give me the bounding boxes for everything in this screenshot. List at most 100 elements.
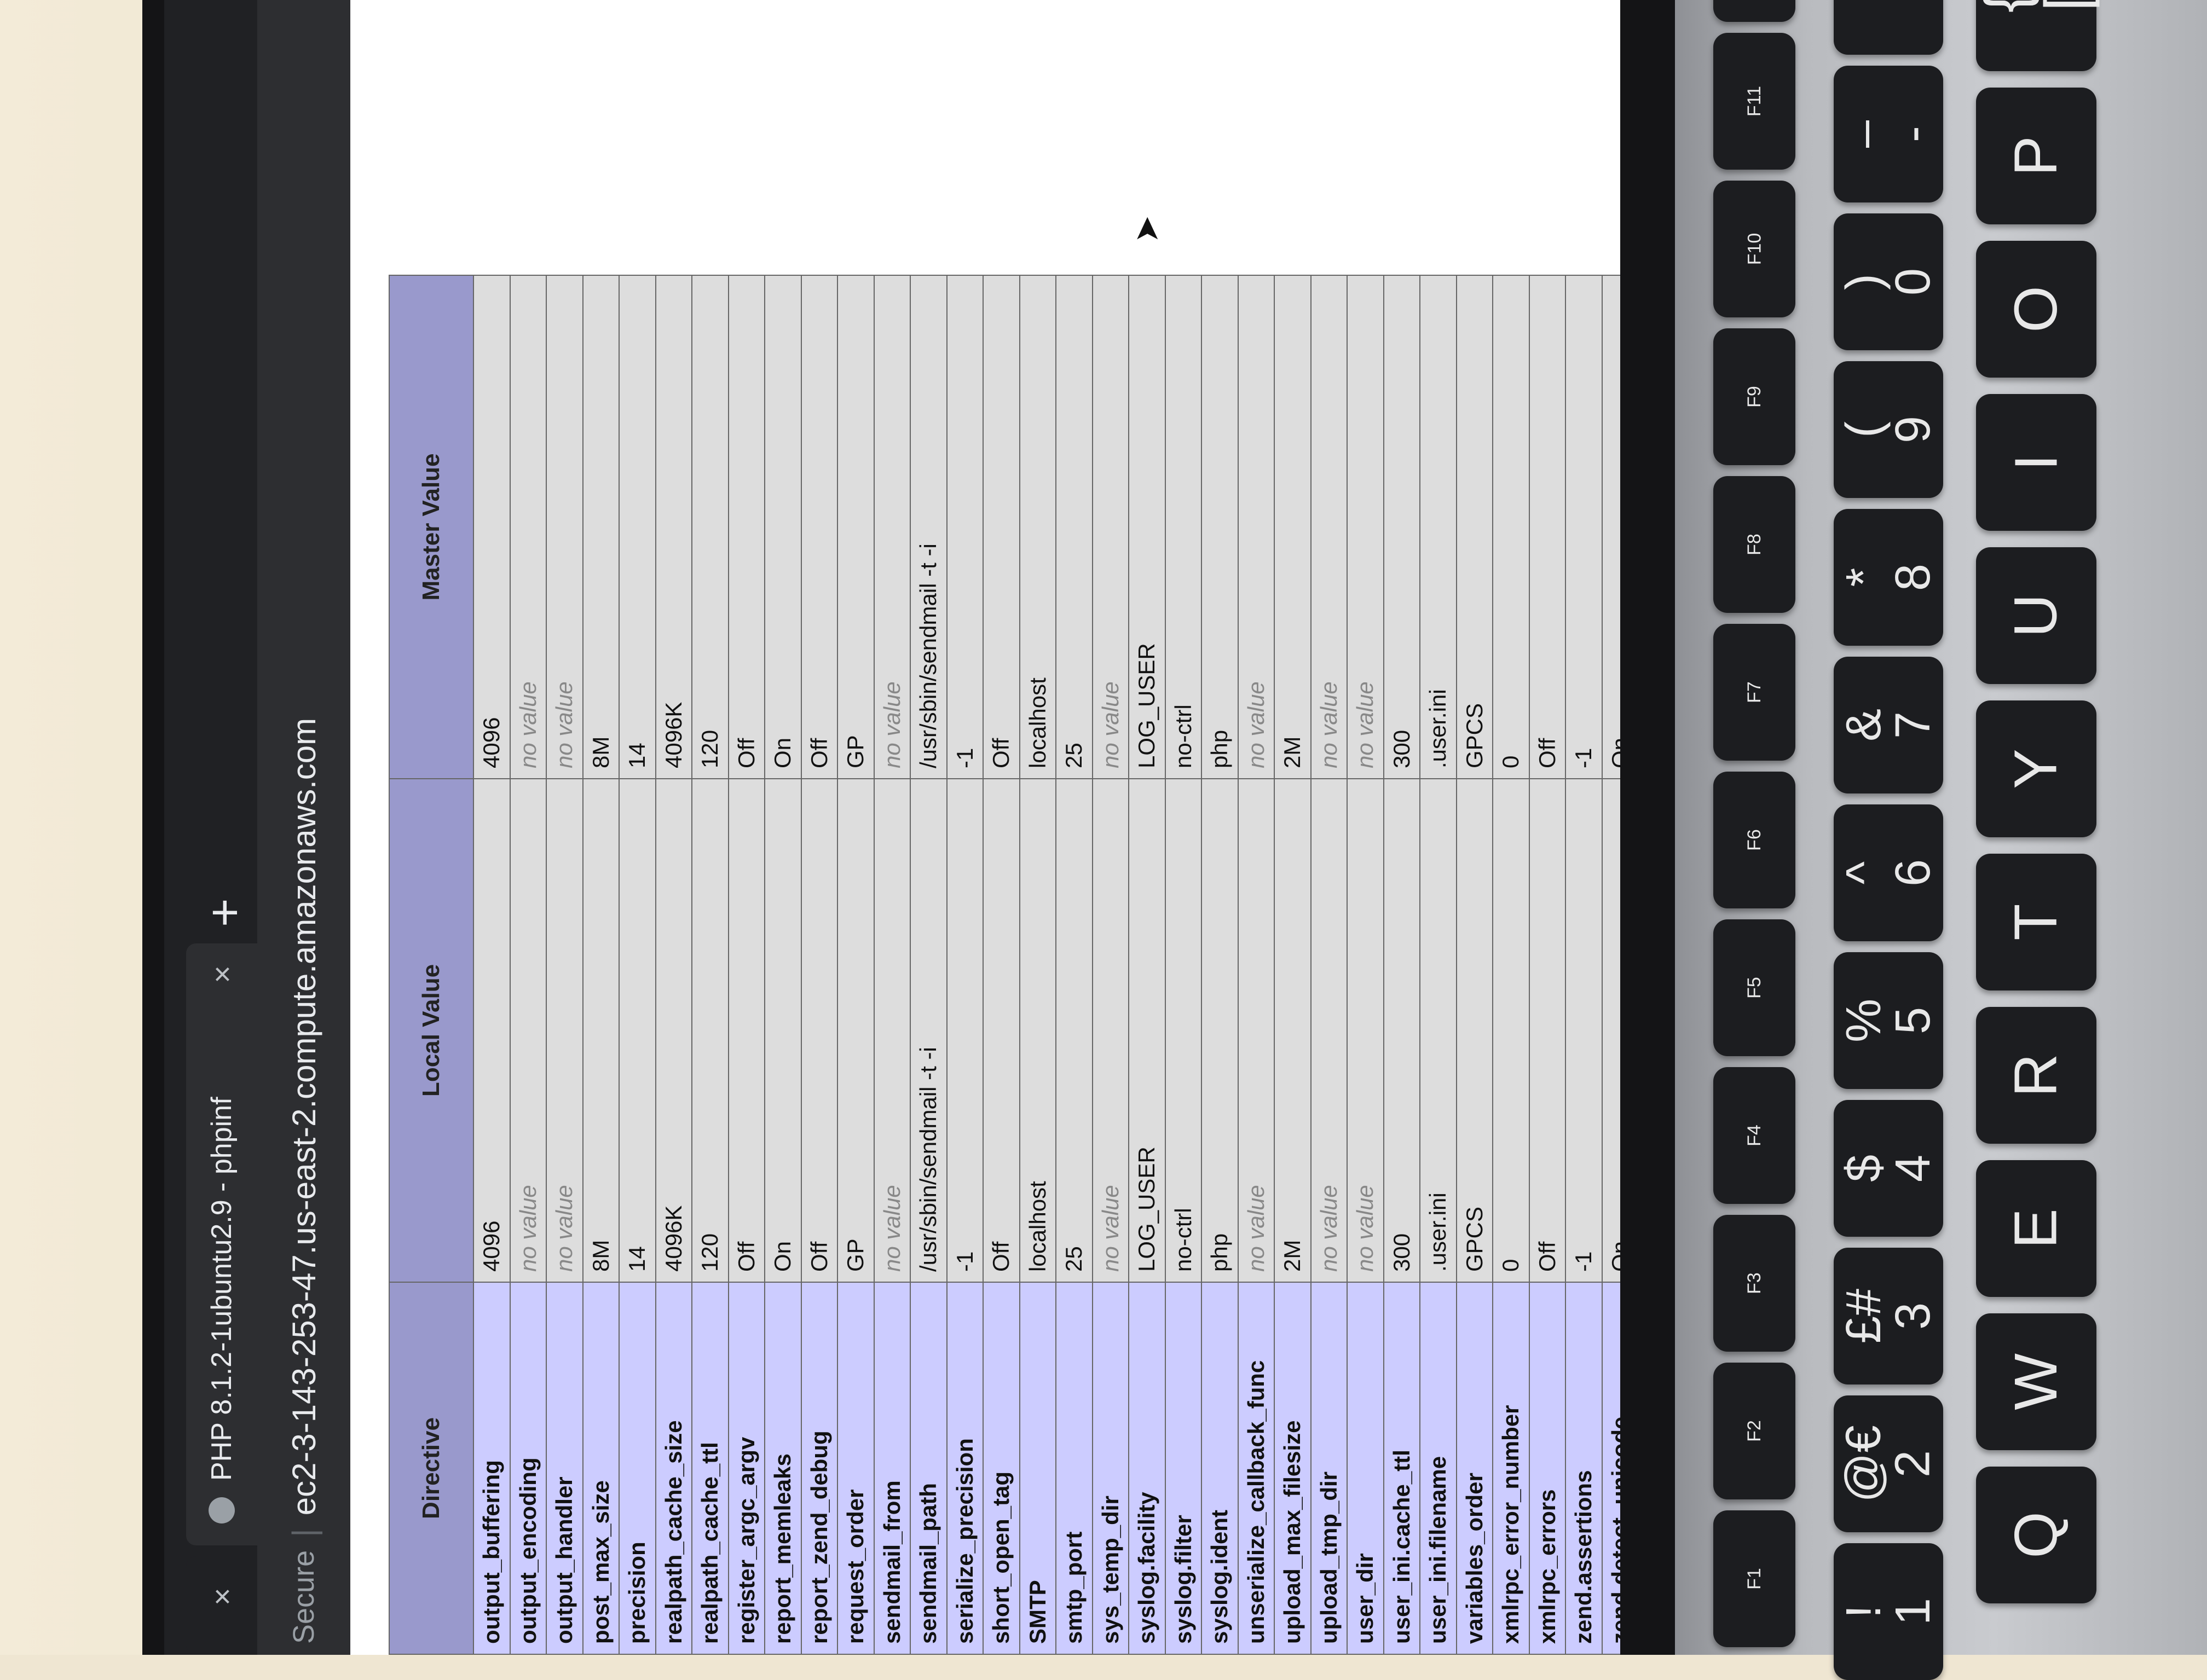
key-num-1[interactable]: @€ 2	[1834, 1395, 1943, 1532]
key-letter-5[interactable]: Y	[1976, 700, 2096, 837]
key-letter-1[interactable]: W	[1976, 1313, 2096, 1450]
key-num-7[interactable]: * 8	[1834, 509, 1943, 646]
table-row: xmlrpc_errors Off Off	[1529, 0, 1565, 1654]
empty-cell	[1238, 0, 1274, 275]
local-value-cell: no value	[1238, 779, 1274, 1282]
key-letter-9[interactable]: P	[1976, 88, 2096, 224]
close-icon[interactable]: ×	[204, 965, 240, 983]
key-letter-6[interactable]: U	[1976, 547, 2096, 684]
key-letter-10-label: { [	[1972, 0, 2100, 13]
close-icon[interactable]: ×	[204, 1588, 240, 1606]
master-value-cell: -1	[1565, 275, 1602, 779]
key-f4[interactable]: F4	[1713, 1067, 1795, 1204]
local-value-cell: -1	[1565, 779, 1602, 1282]
url-text[interactable]: ec2-3-143-253-47.us-east-2.compute.amazo…	[285, 718, 323, 1515]
key-num-7-label: * 8	[1836, 563, 1940, 592]
key-letter-4[interactable]: T	[1976, 854, 2096, 990]
local-value-cell: 4096	[473, 779, 510, 1282]
key-num-9-label: ) 0	[1836, 268, 1940, 296]
key-num-10-label: – -	[1836, 120, 1940, 148]
directive-cell: short_open_tag	[983, 1282, 1020, 1654]
key-letter-7-label: I	[2002, 454, 2070, 471]
master-value-cell: no value	[1238, 275, 1274, 779]
key-f10[interactable]: F10	[1713, 181, 1795, 317]
empty-cell	[1529, 0, 1565, 275]
key-f5[interactable]: F5	[1713, 919, 1795, 1056]
key-letter-0[interactable]: Q	[1976, 1467, 2096, 1603]
empty-cell	[1456, 0, 1493, 275]
empty-cell	[874, 0, 910, 275]
empty-cell	[946, 0, 983, 275]
key-num-0-label: ! 1	[1836, 1597, 1940, 1626]
key-f11[interactable]: F11	[1713, 33, 1795, 170]
table-row: sys_temp_dir no value no value	[1092, 0, 1129, 1654]
local-value-cell: no value	[1310, 779, 1347, 1282]
tab-phpinfo[interactable]: PHP 8.1.2-1ubuntu2.9 - phpinf ×	[186, 943, 257, 1545]
key-num-8[interactable]: ( 9	[1834, 361, 1943, 498]
new-tab-button[interactable]: +	[197, 898, 253, 927]
key-letter-8[interactable]: O	[1976, 241, 2096, 378]
key-f9[interactable]: F9	[1713, 328, 1795, 465]
header-directive: Directive	[389, 1282, 473, 1654]
key-f6[interactable]: F6	[1713, 772, 1795, 908]
keyboard: F1 F2 F3 F4 F5 F6 F7 F8 F9 F10 F11 F12 ! 1 @€ 2 £# 3 $ …	[1713, 0, 2206, 1680]
key-num-8-label: ( 9	[1836, 415, 1940, 444]
key-f7[interactable]: F7	[1713, 624, 1795, 761]
key-f8[interactable]: F8	[1713, 476, 1795, 613]
directive-cell: xmlrpc_errors	[1529, 1282, 1565, 1654]
key-num-10[interactable]: – -	[1834, 66, 1943, 202]
tab-inactive[interactable]: ×	[186, 1556, 257, 1655]
key-letter-2-label: E	[2002, 1208, 2070, 1249]
local-value-cell: GPCS	[1456, 779, 1493, 1282]
local-value-cell: On	[1602, 779, 1620, 1282]
master-value-cell: 8M	[582, 275, 619, 779]
key-num-2[interactable]: £# 3	[1834, 1248, 1943, 1384]
key-num-0[interactable]: ! 1	[1834, 1543, 1943, 1680]
key-num-1-label: @€ 2	[1836, 1425, 1940, 1503]
table-row: sendmail_path/usr/sbin/sendmail -t -i/us…	[910, 0, 947, 1654]
local-value-cell: php	[1201, 779, 1238, 1282]
table-row: report_zend_debug Off Off	[801, 0, 837, 1654]
key-f4-label: F4	[1744, 1125, 1765, 1146]
key-f9-label: F9	[1744, 386, 1765, 408]
ini-directives-table: Directive Local Value Master Value outpu…	[389, 0, 1620, 1655]
key-letter-2[interactable]: E	[1976, 1160, 2096, 1297]
address-bar[interactable]: Secure | ec2-3-143-253-47.us-east-2.comp…	[257, 0, 350, 1655]
local-value-cell: 2M	[1274, 779, 1311, 1282]
key-f12[interactable]: F12	[1713, 0, 1795, 22]
key-f2[interactable]: F2	[1713, 1363, 1795, 1499]
key-num-4[interactable]: % 5	[1834, 952, 1943, 1089]
master-value-cell: 0	[1493, 275, 1529, 779]
table-row: realpath_cache_size 4096K 4096K	[655, 0, 692, 1654]
key-letter-10[interactable]: { [	[1972, 0, 2100, 71]
empty-cell	[1383, 0, 1420, 275]
key-f1[interactable]: F1	[1713, 1510, 1795, 1647]
key-num-6[interactable]: & 7	[1834, 657, 1943, 793]
key-f2-label: F2	[1744, 1420, 1765, 1442]
local-value-cell: 8M	[582, 779, 619, 1282]
table-row: xmlrpc_error_number 0 0	[1493, 0, 1529, 1654]
key-letter-3[interactable]: R	[1976, 1007, 2096, 1144]
directive-cell: register_argc_argv	[728, 1282, 765, 1654]
key-num-5[interactable]: ^ 6	[1834, 804, 1943, 941]
master-value-cell: LOG_USER	[1129, 275, 1165, 779]
key-letter-7[interactable]: I	[1976, 394, 2096, 531]
empty-cell	[510, 0, 546, 275]
key-letter-1-label: W	[2002, 1353, 2070, 1410]
key-num-11[interactable]: + =	[1834, 0, 1943, 55]
table-row: upload_max_filesize 2M 2M	[1274, 0, 1311, 1654]
key-num-3[interactable]: $ 4	[1834, 1100, 1943, 1237]
local-value-cell: 120	[692, 779, 729, 1282]
key-f3[interactable]: F3	[1713, 1215, 1795, 1352]
table-row: zend.detect_unicode On On	[1602, 0, 1620, 1654]
local-value-cell: 4096K	[655, 779, 692, 1282]
empty-cell	[983, 0, 1020, 275]
key-num-9[interactable]: ) 0	[1834, 213, 1943, 350]
secure-label[interactable]: Secure	[287, 1550, 321, 1644]
local-value-cell: no value	[1092, 779, 1129, 1282]
empty-cell	[1165, 0, 1201, 275]
directive-cell: realpath_cache_ttl	[692, 1282, 729, 1654]
tab-title: PHP 8.1.2-1ubuntu2.9 - phpinf	[206, 1097, 238, 1481]
empty-cell	[692, 0, 729, 275]
table-row: realpath_cache_ttl 120 120	[692, 0, 729, 1654]
